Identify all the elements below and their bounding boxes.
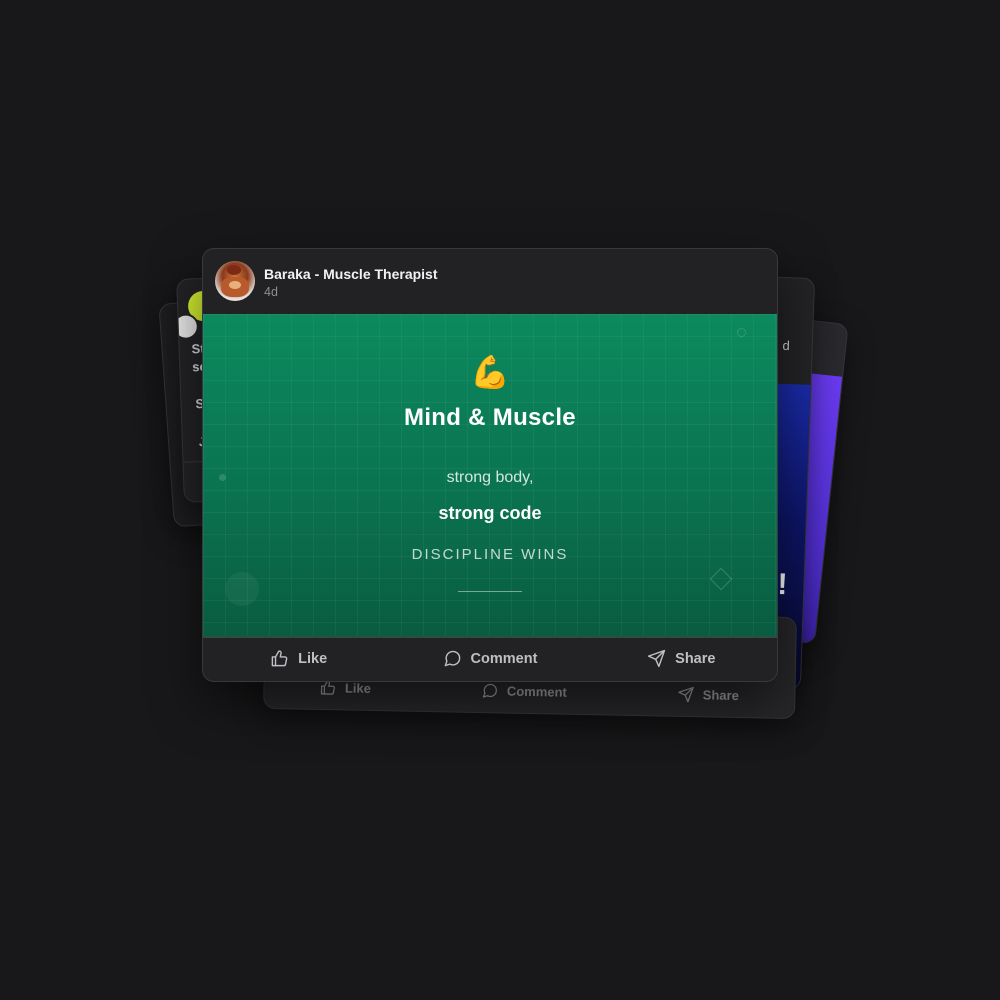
comment-button[interactable]: Comment (482, 682, 567, 701)
post-timestamp: 4d (264, 285, 278, 299)
decoration-diamond (709, 567, 733, 591)
truncated-text: d (782, 337, 791, 354)
paper-plane-icon (678, 686, 695, 702)
comment-bubble-icon (444, 650, 460, 667)
thumbs-up-icon (271, 650, 288, 667)
comment-bubble-icon (483, 683, 498, 698)
author-avatar[interactable] (215, 261, 255, 301)
share-label: Share (675, 650, 716, 667)
share-button[interactable]: Share (586, 649, 777, 668)
share-button[interactable]: Share (678, 685, 739, 703)
avatar-detail (229, 281, 241, 289)
post-media[interactable]: 💪 Mind & Muscle strong body, strong code… (203, 314, 777, 638)
avatar-detail (227, 265, 241, 275)
decoration-circle (737, 328, 746, 337)
share-label: Share (702, 686, 740, 703)
media-subtitle: strong body, (446, 469, 534, 486)
like-button[interactable]: Like (203, 649, 394, 668)
decoration-circle (225, 572, 259, 606)
like-label: Like (344, 679, 372, 696)
media-tagline: DISCIPLINE WINS (411, 546, 569, 563)
like-label: Like (298, 650, 328, 667)
media-title: Mind & Muscle (404, 404, 576, 431)
truncated-text: ! (776, 567, 789, 602)
flexed-biceps-emoji: 💪 (470, 354, 510, 390)
divider (458, 591, 522, 592)
paper-plane-icon (648, 649, 666, 668)
post-card: Baraka - Muscle Therapist 4d 💪 Mind & Mu… (202, 248, 778, 682)
comment-label: Comment (470, 650, 538, 667)
comment-label: Comment (506, 683, 567, 700)
feed-stack: St se S J d ! Like Comment Share (0, 0, 1000, 1000)
comment-button[interactable]: Comment (394, 649, 585, 668)
author-name[interactable]: Baraka - Muscle Therapist (264, 266, 438, 282)
post-header: Baraka - Muscle Therapist 4d (203, 249, 777, 314)
post-actions: Like Comment Share (203, 636, 777, 681)
media-highlight: strong code (438, 503, 542, 523)
